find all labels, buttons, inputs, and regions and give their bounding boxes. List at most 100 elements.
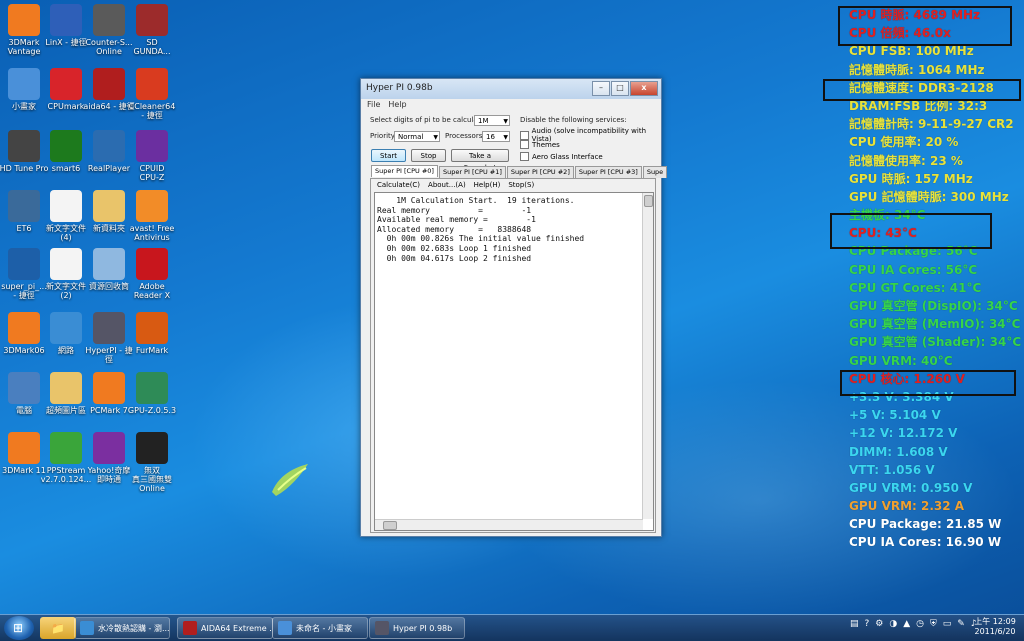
- explorer-pinned-icon[interactable]: 📁: [40, 617, 76, 639]
- sensor-reading: VTT: 1.056 V: [849, 462, 935, 477]
- tab-cpu-0[interactable]: Super PI [CPU #0]: [371, 165, 438, 177]
- taskbar-button[interactable]: AIDA64 Extreme ...: [177, 617, 273, 639]
- sensor-reading: GPU 真空管 (DispIO): 34°C: [849, 299, 1018, 313]
- tray-icon[interactable]: ▭: [943, 619, 952, 629]
- sensor-reading: DIMM: 1.608 V: [849, 444, 948, 459]
- pcmark7-icon: [93, 372, 125, 404]
- avast-icon: [136, 190, 168, 222]
- start-button[interactable]: ⊞: [4, 616, 34, 640]
- checkbox-box[interactable]: [520, 140, 529, 149]
- taskbar-button[interactable]: 水冷散熱認購 - 瀏...: [74, 617, 170, 639]
- themes-checkbox-label: Themes: [532, 140, 560, 149]
- sensor-reading: GPU 真空管 (MemIO): 34°C: [849, 317, 1021, 332]
- sd-gundam-icon: [136, 4, 168, 36]
- menu-stop[interactable]: Stop(S): [508, 181, 534, 189]
- checkbox-box[interactable]: [520, 130, 529, 140]
- desktop-shortcut[interactable]: CPUID CPU-Z: [122, 130, 182, 182]
- minimize-button[interactable]: –: [592, 81, 610, 96]
- sensor-reading: CPU IA Cores: 16.90 W: [849, 535, 1002, 550]
- sensor-reading: GPU 時脈: 157 MHz: [849, 171, 973, 186]
- sensor-reading: CPU GT Cores: 41°C: [849, 280, 982, 295]
- digits-select[interactable]: 1M ▼: [474, 115, 510, 126]
- clock[interactable]: 上午 12:09 2011/6/20: [970, 617, 1020, 637]
- sensor-reading: 記憶體使用率: 23 %: [849, 153, 963, 168]
- yahoo-messenger-icon: [93, 432, 125, 464]
- tray-icon[interactable]: ◑: [889, 619, 897, 629]
- sensor-reading: CPU Package: 21.85 W: [849, 517, 1002, 532]
- output-textarea[interactable]: 1M Calculation Start. 19 iterations. Rea…: [374, 192, 654, 531]
- tab-cpu-2[interactable]: Super PI [CPU #2]: [506, 166, 574, 178]
- realplayer-icon: [93, 130, 125, 162]
- tab-cpu-4[interactable]: Supe: [642, 166, 668, 178]
- desktop-shortcut-label: CCleaner64 - 捷徑: [128, 102, 176, 120]
- output-text: 1M Calculation Start. 19 iterations. Rea…: [377, 196, 585, 263]
- desktop-shortcut[interactable]: 無双 真三國無雙 Online: [122, 432, 182, 493]
- folder-icon: [93, 190, 125, 222]
- menu-help[interactable]: Help(H): [474, 181, 501, 189]
- clock-date: 2011/6/20: [974, 627, 1016, 636]
- vertical-scrollbar[interactable]: [642, 193, 653, 519]
- aero-checkbox[interactable]: Aero Glass Interface: [520, 152, 603, 161]
- ie-icon: [80, 621, 94, 635]
- desktop-shortcut-label: avast! Free Antivirus: [129, 224, 175, 242]
- stop-button[interactable]: Stop: [411, 149, 446, 162]
- sensor-reading: CPU IA Cores: 56°C: [849, 262, 978, 277]
- tray-icon[interactable]: ▲: [903, 619, 910, 629]
- taskbar-button[interactable]: 未命名 - 小畫家: [272, 617, 368, 639]
- aida64-icon: [183, 621, 197, 635]
- tray-icon[interactable]: ?: [865, 619, 870, 629]
- chevron-down-icon: ▼: [503, 134, 508, 141]
- disable-services-label: Disable the following services:: [520, 116, 627, 124]
- desktop-shortcut-label: 無双 真三國無雙 Online: [132, 466, 172, 493]
- processors-label: Processors:: [445, 132, 485, 140]
- menu-calculate[interactable]: Calculate(C): [377, 181, 420, 189]
- close-button[interactable]: x: [630, 81, 658, 96]
- folder-icon: [50, 372, 82, 404]
- window-titlebar[interactable]: Hyper PI 0.98b – □ x: [361, 79, 661, 99]
- themes-checkbox[interactable]: Themes: [520, 140, 560, 149]
- ccleaner-icon: [136, 68, 168, 100]
- desktop-shortcut-label: SD GUNDA...: [133, 38, 171, 56]
- taskbar-button-label: 水冷散熱認購 - 瀏...: [98, 623, 170, 633]
- desktop-shortcut[interactable]: SD GUNDA...: [122, 4, 182, 56]
- snapshot-button[interactable]: Take a Snapshot: [451, 149, 509, 172]
- priority-label: Priority:: [370, 132, 397, 140]
- linx-icon: [50, 4, 82, 36]
- menu-about[interactable]: About...(A): [428, 181, 466, 189]
- desktop: 3DMark Vantage LinX - 捷徑 Counter-S... Onli…: [0, 0, 1024, 614]
- desktop-shortcut-label: FurMark: [135, 346, 169, 355]
- sensor-reading: 記憶體時脈: 1064 MHz: [849, 62, 985, 77]
- tray-icon[interactable]: ⚙: [875, 619, 883, 629]
- tab-cpu-1[interactable]: Super PI [CPU #1]: [438, 166, 506, 178]
- desktop-shortcut[interactable]: CCleaner64 - 捷徑: [122, 68, 182, 120]
- desktop-shortcut[interactable]: avast! Free Antivirus: [122, 190, 182, 242]
- sensor-reading: GPU VRM: 2.32 A: [849, 499, 965, 514]
- sensor-reading: 記憶體計時: 9-11-9-27 CR2: [849, 117, 1014, 132]
- taskbar-button[interactable]: Hyper PI 0.98b: [369, 617, 465, 639]
- tab-cpu-3[interactable]: Super PI [CPU #3]: [574, 166, 642, 178]
- desktop-shortcut[interactable]: GPU-Z.0.5.3: [122, 372, 182, 415]
- desktop-shortcut[interactable]: FurMark: [122, 312, 182, 355]
- sensor-reading: GPU 記憶體時脈: 300 MHz: [849, 189, 1009, 204]
- start-button[interactable]: Start: [371, 149, 406, 162]
- tray-icon[interactable]: ✎: [957, 619, 965, 629]
- aero-checkbox-label: Aero Glass Interface: [532, 152, 603, 161]
- menu-file[interactable]: File: [367, 99, 380, 111]
- windows-logo-icon: ⊞: [13, 621, 24, 635]
- wallpaper-logo-leaf: [272, 464, 308, 496]
- tray-icon[interactable]: ▤: [850, 619, 859, 629]
- menu-help[interactable]: Help: [388, 99, 406, 111]
- tray-icon[interactable]: ◷: [916, 619, 924, 629]
- adobe-reader-icon: [136, 248, 168, 280]
- priority-select[interactable]: Normal ▼: [394, 131, 440, 142]
- checkbox-box[interactable]: [520, 152, 529, 161]
- clock-time: 上午 12:09: [974, 617, 1016, 626]
- horizontal-scrollbar[interactable]: [375, 519, 643, 530]
- taskbar-button-label: 未命名 - 小畫家: [296, 623, 352, 633]
- maximize-button[interactable]: □: [611, 81, 629, 96]
- processors-select[interactable]: 16 ▼: [482, 131, 510, 142]
- sangoku-icon: [136, 432, 168, 464]
- desktop-shortcut[interactable]: Adobe Reader X: [122, 248, 182, 300]
- taskbar-button-label: Hyper PI 0.98b: [393, 623, 453, 633]
- tray-icon[interactable]: ⛨: [930, 619, 937, 629]
